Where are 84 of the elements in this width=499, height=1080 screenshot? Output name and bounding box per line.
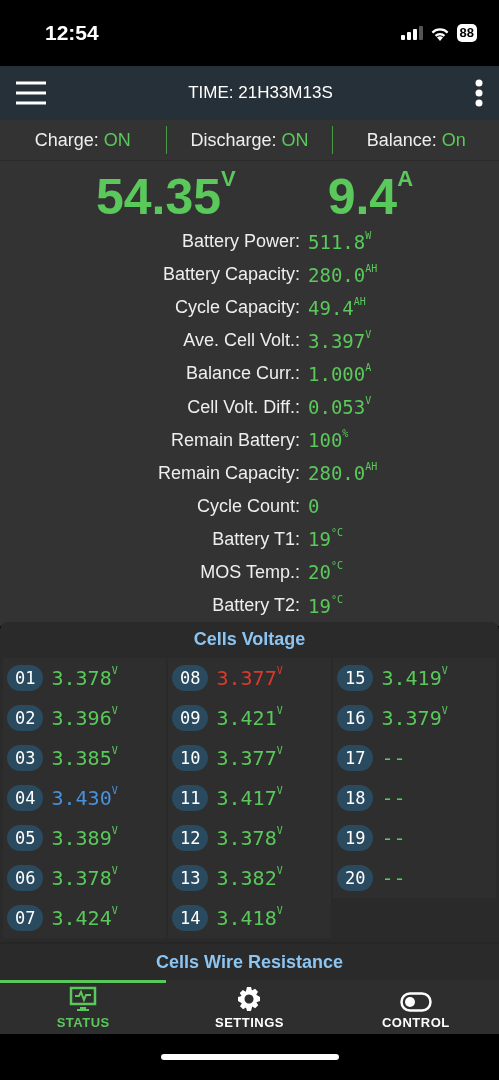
cell-number: 08	[172, 665, 209, 691]
headline-reading: 54.35$^{V}$	[95, 169, 236, 225]
home-indicator[interactable]	[160, 1053, 339, 1060]
cell-number: 04	[7, 785, 44, 811]
cell-number: 06	[7, 865, 44, 891]
cell-voltage: --	[381, 866, 406, 890]
menu-icon[interactable]	[16, 81, 46, 105]
stat-value: 19$^{°C}$	[308, 528, 343, 551]
section-title: Cells Voltage	[193, 628, 306, 650]
stat-value: 49.4$^{AH}$	[308, 296, 366, 319]
stat-value: 280.0$^{AH}$	[308, 263, 378, 286]
cell-number: 20	[337, 865, 374, 891]
stat-value: 19$^{°C}$	[308, 594, 343, 617]
cell-voltage: 3.378$^{V}$	[51, 666, 118, 690]
toggle-icon	[399, 992, 432, 1012]
cell-voltage: 3.382$^{V}$	[216, 866, 283, 890]
monitor-icon	[69, 986, 98, 1012]
stat-label: Balance Curr.:	[184, 363, 301, 385]
stat-label: Cell Volt. Diff.:	[186, 396, 301, 418]
cell-number: 12	[172, 825, 209, 851]
switch-status: Balance: On	[366, 130, 466, 150]
stat-label: Battery T1:	[211, 528, 301, 550]
nav-tab[interactable]: STATUS	[0, 980, 167, 1034]
stat-value: 511.8$^{W}$	[308, 230, 372, 253]
cell-voltage: 3.418$^{V}$	[216, 906, 283, 930]
cell-voltage: --	[381, 826, 406, 850]
cell-number: 03	[7, 745, 44, 771]
cell-voltage: 3.385$^{V}$	[51, 746, 118, 770]
stat-label: Battery T2:	[211, 595, 301, 617]
cell-number: 13	[172, 865, 209, 891]
cell-number: 05	[7, 825, 44, 851]
cell-voltage: 3.424$^{V}$	[51, 906, 118, 930]
stat-label: Remain Capacity:	[156, 462, 301, 484]
cell-voltage: 3.421$^{V}$	[216, 706, 283, 730]
wifi-icon	[429, 25, 450, 41]
headline-reading: 9.4$^{A}$	[327, 169, 414, 225]
stat-label: Battery Power:	[180, 231, 301, 253]
nav-tab[interactable]: SETTINGS	[166, 980, 333, 1034]
stat-value: 100$^{%}$	[308, 429, 349, 452]
cell-number: 11	[172, 785, 209, 811]
cell-number: 07	[7, 905, 44, 931]
gear-icon	[236, 986, 263, 1012]
cell-number: 15	[337, 665, 374, 691]
stat-value: 1.000$^{A}$	[308, 362, 372, 385]
cell-voltage: 3.417$^{V}$	[216, 786, 283, 810]
battery-level: 88	[456, 24, 477, 42]
cell-voltage: 3.378$^{V}$	[51, 866, 118, 890]
cell-number: 17	[337, 745, 374, 771]
stat-label: MOS Temp.:	[199, 562, 301, 583]
stat-value: 3.397$^{V}$	[308, 329, 372, 352]
cell-voltage: --	[381, 746, 406, 770]
stat-value: 0.053$^{V}$	[308, 396, 372, 418]
signal-icon	[400, 26, 423, 40]
cell-voltage: 3.389$^{V}$	[51, 826, 118, 850]
stat-label: Cycle Capacity:	[173, 297, 301, 319]
switch-status: Charge: ON	[34, 130, 131, 150]
stat-label: Battery Capacity:	[161, 264, 301, 286]
cell-number: 09	[172, 705, 209, 731]
clock: 12:54	[45, 21, 99, 45]
more-icon[interactable]	[475, 79, 483, 107]
cell-voltage: --	[381, 786, 406, 810]
cell-number: 02	[7, 705, 44, 731]
time-title: TIME: 21H33M13S	[188, 83, 333, 103]
cell-number: 19	[337, 825, 374, 851]
nav-tab[interactable]: CONTROL	[332, 980, 499, 1034]
cell-voltage: 3.430$^{V}$	[51, 786, 118, 810]
stat-label: Ave. Cell Volt.:	[182, 330, 301, 352]
cell-number: 10	[172, 745, 209, 771]
cell-voltage: 3.419$^{V}$	[381, 666, 448, 690]
cell-voltage: 3.379$^{V}$	[381, 706, 448, 730]
switch-status: Discharge: ON	[190, 130, 309, 150]
cell-voltage: 3.377$^{V}$	[216, 666, 283, 690]
cell-number: 18	[337, 785, 374, 811]
stat-value: 280.0$^{AH}$	[308, 462, 378, 485]
cell-voltage: 3.377$^{V}$	[216, 746, 283, 770]
stat-value: 20$^{°C}$	[308, 561, 343, 584]
stat-label: Remain Battery:	[169, 429, 301, 451]
stat-label: Cycle Count:	[195, 495, 301, 517]
cell-number: 14	[172, 905, 209, 931]
cell-voltage: 3.396$^{V}$	[51, 706, 118, 730]
cell-number: 01	[7, 665, 44, 691]
cell-voltage: 3.378$^{V}$	[216, 826, 283, 850]
stat-value: 0	[308, 495, 320, 518]
cell-number: 16	[337, 705, 374, 731]
